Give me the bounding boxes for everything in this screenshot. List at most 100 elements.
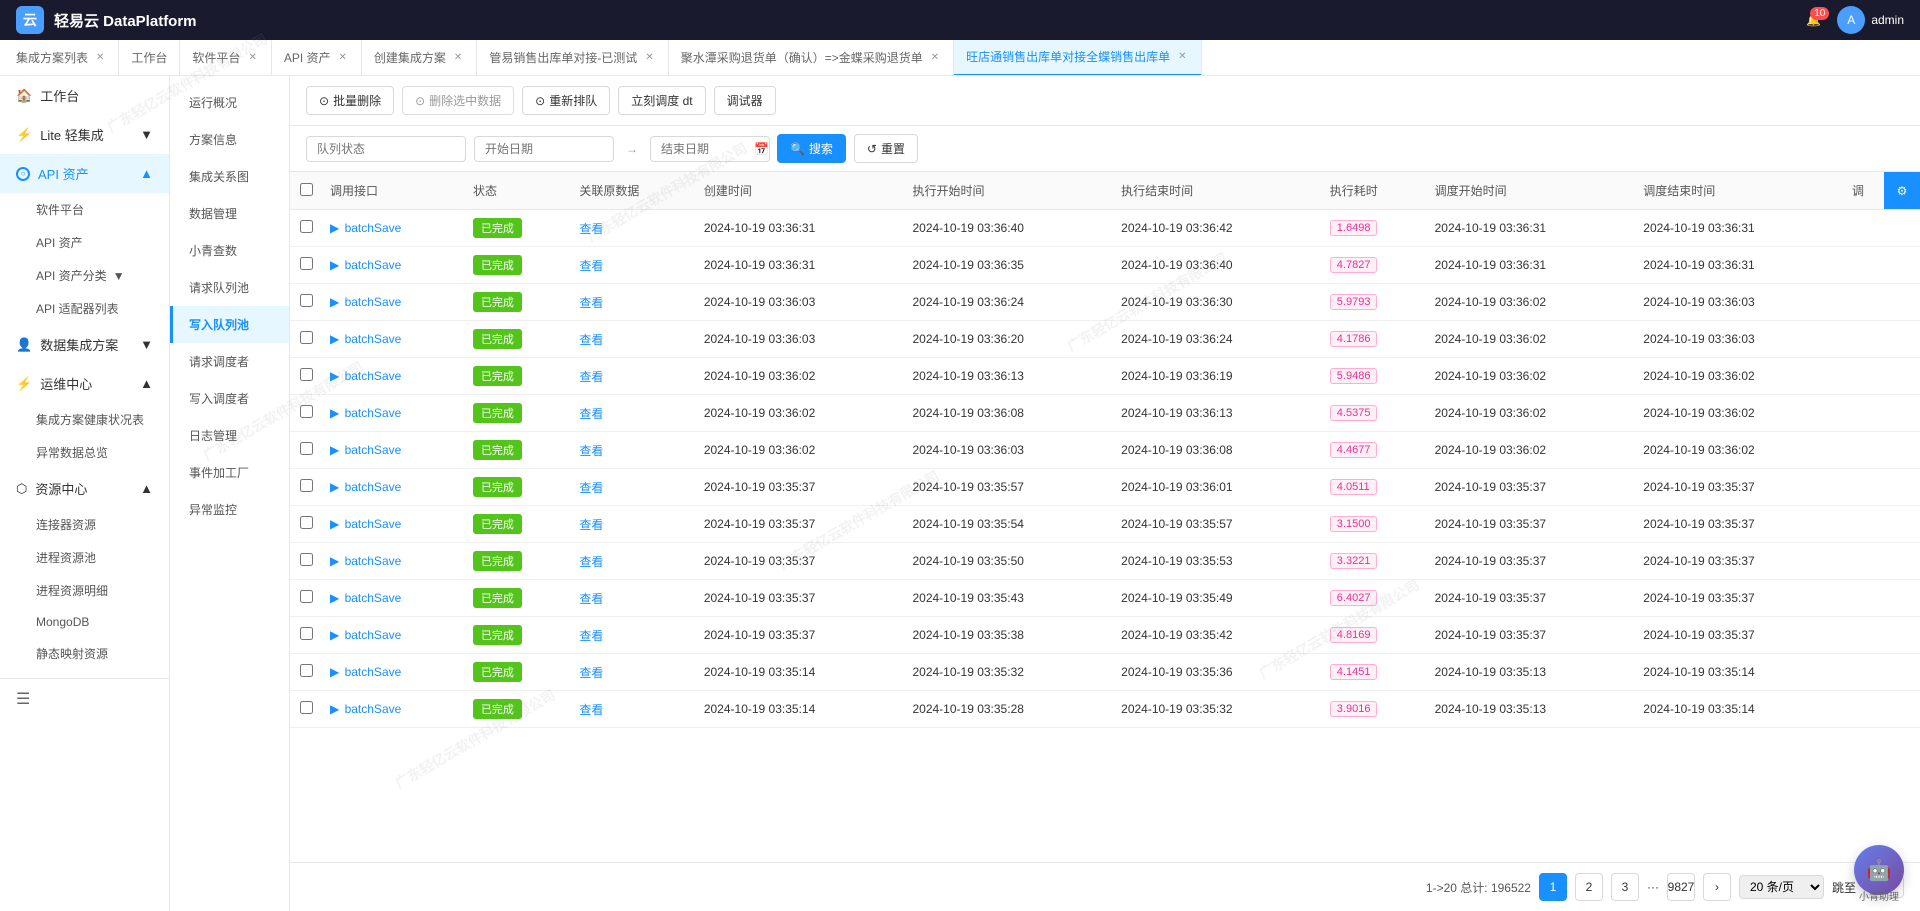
interface-link[interactable]: batchSave (345, 406, 402, 420)
play-icon[interactable]: ▶ (330, 665, 339, 679)
tab-close-icon[interactable]: ✕ (1176, 49, 1188, 64)
row-checkbox[interactable] (300, 553, 313, 566)
page-btn-2[interactable]: 2 (1575, 873, 1603, 901)
sidebar-item-connector[interactable]: 连接器资源 (0, 508, 169, 541)
user-info[interactable]: A admin (1837, 6, 1904, 34)
related-data-link[interactable]: 查看 (579, 444, 603, 458)
nav-small-green[interactable]: 小青查数 (170, 232, 289, 269)
interface-link[interactable]: batchSave (345, 295, 402, 309)
row-checkbox-cell[interactable] (290, 358, 322, 395)
sidebar-item-api-adapter[interactable]: API 适配器列表 (0, 292, 169, 325)
row-checkbox-cell[interactable] (290, 543, 322, 580)
sidebar-item-solution-health[interactable]: 集成方案健康状况表 (0, 403, 169, 436)
nav-log-management[interactable]: 日志管理 (170, 417, 289, 454)
related-data-link[interactable]: 查看 (579, 259, 603, 273)
sidebar-item-process-detail[interactable]: 进程资源明细 (0, 574, 169, 607)
row-checkbox[interactable] (300, 257, 313, 270)
end-date-filter[interactable] (650, 136, 770, 162)
interface-link[interactable]: batchSave (345, 258, 402, 272)
search-button[interactable]: 🔍 搜索 (777, 134, 846, 163)
tab-close-icon[interactable]: ✕ (94, 50, 106, 65)
play-icon[interactable]: ▶ (330, 517, 339, 531)
tab-active[interactable]: 旺店通销售出库单对接全蝶销售出库单 ✕ (954, 40, 1201, 76)
row-checkbox[interactable] (300, 701, 313, 714)
start-date-filter[interactable] (474, 136, 614, 162)
nav-solution-info[interactable]: 方案信息 (170, 121, 289, 158)
nav-exception-monitor[interactable]: 异常监控 (170, 491, 289, 528)
menu-expand-icon[interactable]: ☰ (16, 691, 30, 708)
nav-event-factory[interactable]: 事件加工厂 (170, 454, 289, 491)
play-icon[interactable]: ▶ (330, 369, 339, 383)
related-data-link[interactable]: 查看 (579, 518, 603, 532)
interface-link[interactable]: batchSave (345, 517, 402, 531)
reschedule-button[interactable]: ⊙ 重新排队 (522, 86, 610, 115)
related-data-link[interactable]: 查看 (579, 629, 603, 643)
row-checkbox-cell[interactable] (290, 432, 322, 469)
row-checkbox[interactable] (300, 442, 313, 455)
schedule-dt-button[interactable]: 立刻调度 dt (618, 86, 705, 115)
nav-write-queue[interactable]: 写入队列池 (170, 306, 289, 343)
sidebar-item-exception-data[interactable]: 异常数据总览 (0, 436, 169, 469)
play-icon[interactable]: ▶ (330, 258, 339, 272)
play-icon[interactable]: ▶ (330, 628, 339, 642)
page-btn-3[interactable]: 3 (1611, 873, 1639, 901)
row-checkbox-cell[interactable] (290, 210, 322, 247)
status-filter[interactable] (306, 136, 466, 162)
play-icon[interactable]: ▶ (330, 443, 339, 457)
related-data-link[interactable]: 查看 (579, 481, 603, 495)
row-checkbox-cell[interactable] (290, 247, 322, 284)
batch-delete-button[interactable]: ⊙ 批量删除 (306, 86, 394, 115)
tab-close-icon[interactable]: ✕ (452, 50, 464, 65)
tab-close-icon[interactable]: ✕ (643, 50, 655, 65)
row-checkbox-cell[interactable] (290, 284, 322, 321)
play-icon[interactable]: ▶ (330, 221, 339, 235)
row-checkbox[interactable] (300, 405, 313, 418)
play-icon[interactable]: ▶ (330, 295, 339, 309)
sidebar-item-mongodb[interactable]: MongoDB (0, 607, 169, 637)
sidebar-item-data-integration[interactable]: 👤 数据集成方案 ▼ (0, 325, 169, 364)
row-checkbox[interactable] (300, 294, 313, 307)
select-all-header[interactable] (290, 172, 322, 210)
interface-link[interactable]: batchSave (345, 554, 402, 568)
related-data-link[interactable]: 查看 (579, 666, 603, 680)
row-checkbox[interactable] (300, 368, 313, 381)
sidebar-item-operation-center[interactable]: ⚡ 运维中心 ▲ (0, 364, 169, 403)
row-checkbox[interactable] (300, 627, 313, 640)
sidebar-item-lite[interactable]: ⚡ Lite 轻集成 ▼ (0, 115, 169, 154)
reset-button[interactable]: ↺ 重置 (854, 134, 918, 163)
play-icon[interactable]: ▶ (330, 591, 339, 605)
row-checkbox-cell[interactable] (290, 617, 322, 654)
sidebar-item-api-assets-sub[interactable]: API 资产 (0, 226, 169, 259)
tab-solution-list[interactable]: 集成方案列表 ✕ (4, 40, 119, 76)
interface-link[interactable]: batchSave (345, 443, 402, 457)
tab-close-icon[interactable]: ✕ (246, 50, 258, 65)
related-data-link[interactable]: 查看 (579, 222, 603, 236)
related-data-link[interactable]: 查看 (579, 296, 603, 310)
sidebar-item-software-platform[interactable]: 软件平台 (0, 193, 169, 226)
notification-button[interactable]: 🔔 10 (1806, 13, 1821, 27)
interface-link[interactable]: batchSave (345, 702, 402, 716)
page-next-btn[interactable]: › (1703, 873, 1731, 901)
sidebar-item-api-classify[interactable]: API 资产分类 ▼ (0, 259, 169, 292)
interface-link[interactable]: batchSave (345, 628, 402, 642)
tab-create[interactable]: 创建集成方案 ✕ (362, 40, 477, 76)
nav-relation-graph[interactable]: 集成关系图 (170, 158, 289, 195)
row-checkbox-cell[interactable] (290, 395, 322, 432)
interface-link[interactable]: batchSave (345, 591, 402, 605)
row-checkbox[interactable] (300, 516, 313, 529)
tab-purchase[interactable]: 聚水潭采购退货单（确认）=>金蝶采购退货单 ✕ (669, 40, 954, 76)
interface-link[interactable]: batchSave (345, 332, 402, 346)
row-checkbox-cell[interactable] (290, 654, 322, 691)
row-checkbox-cell[interactable] (290, 691, 322, 728)
row-checkbox[interactable] (300, 220, 313, 233)
row-checkbox[interactable] (300, 590, 313, 603)
select-all-checkbox[interactable] (300, 183, 313, 196)
play-icon[interactable]: ▶ (330, 702, 339, 716)
related-data-link[interactable]: 查看 (579, 333, 603, 347)
nav-write-scheduler[interactable]: 写入调度者 (170, 380, 289, 417)
delete-selected-button[interactable]: ⊙ 删除选中数据 (402, 86, 514, 115)
related-data-link[interactable]: 查看 (579, 555, 603, 569)
row-checkbox-cell[interactable] (290, 580, 322, 617)
table-settings-th[interactable]: ⚙ (1884, 172, 1920, 210)
related-data-link[interactable]: 查看 (579, 407, 603, 421)
